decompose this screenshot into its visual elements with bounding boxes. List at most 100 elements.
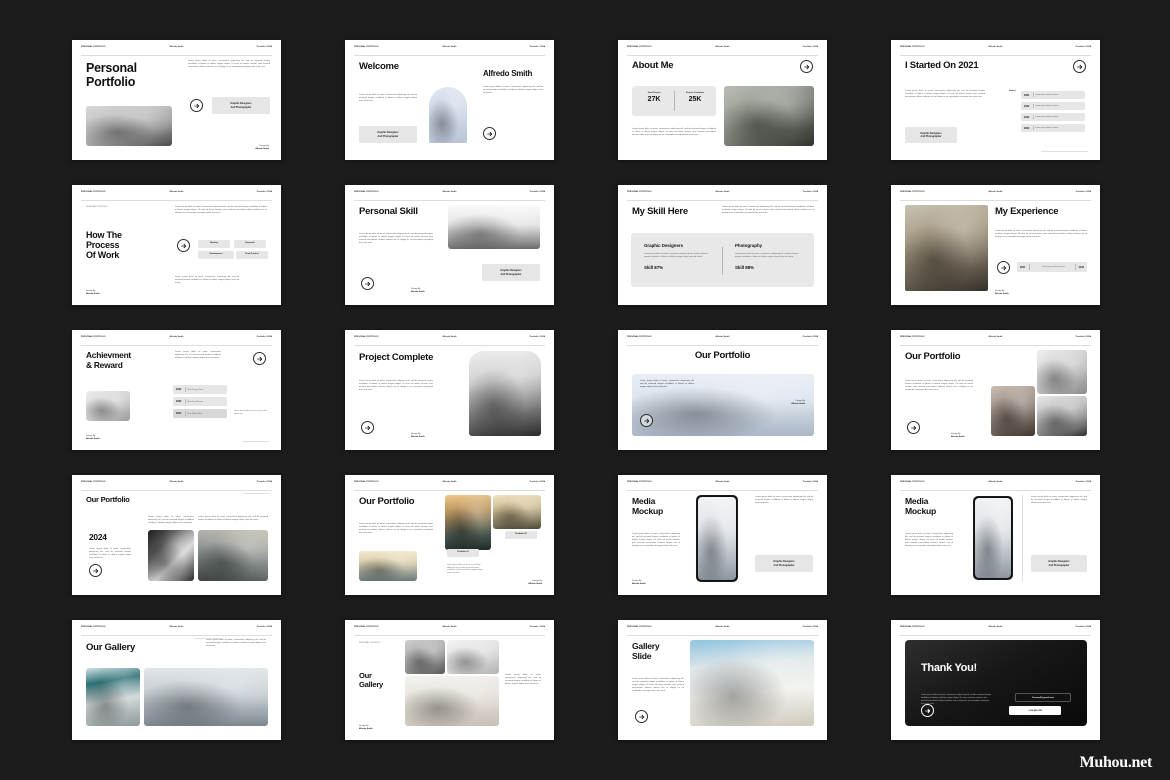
slide-media-mockup-center[interactable]: PERSONAL PORTFOLIO Alfredo Smith Portfol…: [618, 475, 827, 595]
next-arrow-button[interactable]: [177, 239, 190, 252]
award-row[interactable]: 2024 Best Mobile Work: [173, 409, 227, 418]
header-right: Portfolio / 2024: [529, 46, 545, 48]
slide-i-started-on-2021[interactable]: PERSONAL PORTFOLIO Alfredo Smith Portfol…: [891, 40, 1100, 160]
next-arrow-button[interactable]: [1073, 60, 1086, 73]
header-right: Portfolio / 2024: [529, 191, 545, 193]
slide-our-portfolio-wide[interactable]: PERSONAL PORTFOLIO Alfredo Smith Portfol…: [618, 330, 827, 450]
slide-achievement-and-reward[interactable]: PERSONAL PORTFOLIO Alfredo Smith Portfol…: [72, 330, 281, 450]
slide-our-portfolio-2024[interactable]: PERSONAL PORTFOLIO Alfredo Smith Portfol…: [72, 475, 281, 595]
next-arrow-button[interactable]: [361, 277, 374, 290]
slide-our-portfolio-labeled[interactable]: PERSONAL PORTFOLIO Alfredo Smith Portfol…: [345, 475, 554, 595]
range-from: 2021: [1020, 265, 1026, 269]
header-center: Alfredo Smith: [169, 626, 184, 628]
next-arrow-button[interactable]: [361, 421, 374, 434]
stat-label: Total Project: [647, 92, 661, 94]
timeline-row[interactable]: 2022 Lorem ipsum dolor sit amet: [1021, 102, 1085, 110]
range-to: 2024: [1078, 265, 1084, 269]
next-arrow-button[interactable]: [640, 414, 653, 427]
timeline-row[interactable]: 2021 Lorem ipsum dolor sit amet: [1021, 91, 1085, 99]
timeline-year: 2022: [1024, 104, 1030, 108]
contact-email-button[interactable]: Yourmail@gmail.com: [1015, 693, 1071, 702]
slide-header: PERSONAL PORTFOLIO Alfredo Smith Portfol…: [81, 626, 272, 634]
slide-personal-skill[interactable]: PERSONAL PORTFOLIO Alfredo Smith Portfol…: [345, 185, 554, 305]
next-arrow-button[interactable]: [253, 352, 266, 365]
slide-how-the-process-of-work[interactable]: PERSONAL PORTFOLIO Alfredo Smith Portfol…: [72, 185, 281, 305]
slide-thank-you[interactable]: PERSONAL PORTFOLIO Alfredo Smith Portfol…: [891, 620, 1100, 740]
arch-portrait-photo: [429, 87, 467, 143]
process-tag[interactable]: Research: [234, 240, 266, 248]
timeline-row[interactable]: 2023 Lorem ipsum dolor sit amet: [1021, 113, 1085, 121]
person-bio: Lorem ipsum dolor sit amet, consectetur …: [483, 86, 543, 95]
slide-project-complete[interactable]: PERSONAL PORTFOLIO Alfredo Smith Portfol…: [345, 330, 554, 450]
process-tag[interactable]: Final Product: [236, 251, 268, 259]
desk-photo: [405, 640, 445, 674]
header-right: Portfolio / 2024: [802, 626, 818, 628]
slide-header: PERSONAL PORTFOLIO Alfredo Smith Portfol…: [900, 46, 1091, 54]
skill-desc: Lorem ipsum dolor sit amet, consectetur …: [644, 253, 708, 258]
role-badge: Graphic Designers And Photographer: [212, 97, 270, 114]
next-arrow-button[interactable]: [997, 261, 1010, 274]
designed-by-name: Alfredo Smith: [359, 728, 373, 731]
page-title: I Started On 2021: [905, 60, 979, 71]
designed-by: Design By Alfredo Smith: [411, 433, 425, 439]
header-center: Alfredo Smith: [442, 336, 457, 338]
portfolio-year: 2024: [89, 532, 107, 542]
page-title: Media Mockup: [632, 496, 663, 516]
designed-by: Design By Alfredo Smith: [632, 580, 646, 586]
next-arrow-button[interactable]: [635, 710, 648, 723]
award-row[interactable]: 2023 Best Great Person: [173, 397, 227, 406]
designed-by: Design By Alfredo Smith: [951, 433, 965, 439]
slide-header: PERSONAL PORTFOLIO Alfredo Smith Portfol…: [354, 46, 545, 54]
header-right: Portfolio / 2024: [802, 46, 818, 48]
role-badge: Graphic Designers And Photographer: [359, 126, 417, 143]
portfolio-photo-hand: [1037, 350, 1087, 394]
header-left: PERSONAL PORTFOLIO: [627, 626, 652, 628]
header-left: PERSONAL PORTFOLIO: [627, 336, 652, 338]
designed-by-label: Design By: [532, 580, 542, 583]
experience-range[interactable]: 2021 Lorem ipsum dolor sit amet 2024: [1017, 262, 1087, 272]
slide-header: PERSONAL PORTFOLIO Alfredo Smith Portfol…: [81, 481, 272, 489]
side-paragraph: Lorem ipsum dolor sit amet, consectetur …: [755, 496, 813, 505]
slide-header: PERSONAL PORTFOLIO Alfredo Smith Portfol…: [627, 626, 818, 634]
slide-personal-portfolio[interactable]: PERSONAL PORTFOLIO Alfredo Smith Portfol…: [72, 40, 281, 160]
contact-phone-button[interactable]: +123-456-789: [1009, 706, 1061, 715]
award-text: Best Design Power: [187, 388, 204, 391]
timeline-year: 2023: [1024, 115, 1030, 119]
stairs-photo: [148, 530, 194, 581]
designed-by-name: Alfredo Smith: [995, 293, 1009, 296]
award-trophy-photo: [86, 391, 130, 421]
phone-screen: [975, 498, 1011, 578]
slide-media-mockup-left[interactable]: PERSONAL PORTFOLIO Alfredo Smith Portfol…: [891, 475, 1100, 595]
next-arrow-button[interactable]: [907, 421, 920, 434]
header-left: PERSONAL PORTFOLIO: [627, 46, 652, 48]
slide-header: PERSONAL PORTFOLIO Alfredo Smith Portfol…: [354, 481, 545, 489]
slide-our-portfolio-collage[interactable]: PERSONAL PORTFOLIO Alfredo Smith Portfol…: [891, 330, 1100, 450]
slide-my-skill-here[interactable]: PERSONAL PORTFOLIO Alfredo Smith Portfol…: [618, 185, 827, 305]
intro-paragraph: Lorem ipsum dolor sit amet, consectetur …: [905, 533, 953, 548]
next-arrow-button[interactable]: [190, 99, 203, 112]
designed-by: Design By Alfredo Smith: [411, 288, 425, 294]
designed-by: Design By Alfredo Smith: [791, 400, 805, 406]
slide-welcome[interactable]: PERSONAL PORTFOLIO Alfredo Smith Portfol…: [345, 40, 554, 160]
timeline-row[interactable]: 2024 Lorem ipsum dolor sit amet: [1021, 124, 1085, 132]
next-arrow-button[interactable]: [89, 564, 102, 577]
phone-mockup: [973, 496, 1013, 580]
slide-our-gallery-boats[interactable]: PERSONAL PORTFOLIO Alfredo Smith Portfol…: [72, 620, 281, 740]
slide-header: PERSONAL PORTFOLIO Alfredo Smith Portfol…: [900, 336, 1091, 344]
next-arrow-button[interactable]: [483, 127, 496, 140]
award-row[interactable]: 2022 Best Design Power: [173, 385, 227, 394]
slide-my-experience[interactable]: PERSONAL PORTFOLIO Alfredo Smith Portfol…: [891, 185, 1100, 305]
next-arrow-button[interactable]: [800, 60, 813, 73]
skills-divider: [722, 247, 723, 275]
header-left: PERSONAL PORTFOLIO: [81, 626, 106, 628]
intro-paragraph: Lorem ipsum dolor sit amet, consectetur …: [359, 523, 433, 535]
designed-by-name: Alfredo Smith: [632, 583, 646, 586]
next-arrow-button[interactable]: [921, 704, 934, 717]
phone-screen: [698, 497, 736, 580]
process-tag[interactable]: Development: [198, 251, 234, 259]
slide-header: PERSONAL PORTFOLIO Alfredo Smith Portfol…: [81, 191, 272, 199]
process-tag[interactable]: Briefing: [198, 240, 230, 248]
slide-about-me[interactable]: PERSONAL PORTFOLIO Alfredo Smith Portfol…: [618, 40, 827, 160]
slide-gallery-slide[interactable]: PERSONAL PORTFOLIO Alfredo Smith Portfol…: [618, 620, 827, 740]
slide-our-gallery-workspace[interactable]: PERSONAL PORTFOLIO Alfredo Smith Portfol…: [345, 620, 554, 740]
